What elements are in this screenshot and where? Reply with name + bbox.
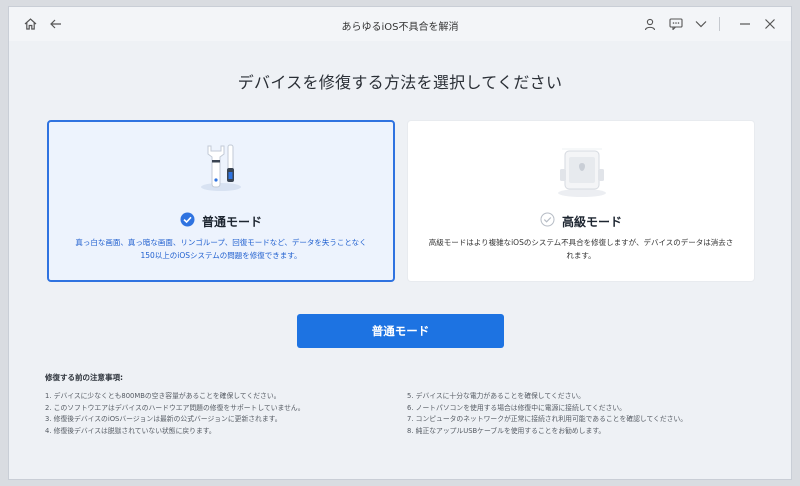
app-window: あらゆるiOS不具合を解消 デバイスを修復する方法を選択してください 普通モード…	[8, 6, 792, 480]
minimize-icon[interactable]	[737, 16, 753, 32]
close-icon[interactable]	[762, 16, 778, 32]
phone-icon	[554, 141, 610, 199]
message-icon[interactable]	[668, 16, 684, 32]
notes-list-right: 5. デバイスに十分な電力があることを確保してください。 6. ノートパソコンを…	[407, 391, 687, 437]
standard-mode-card[interactable]: 普通モード 真っ白な画面、真っ暗な画面、リンゴループ、回復モードなど、データを失…	[47, 120, 395, 282]
standard-mode-button[interactable]: 普通モード	[297, 314, 504, 348]
note-item: 7. コンピュータのネットワークが正常に接続され利用可能であることを確認してくだ…	[407, 415, 688, 423]
title-bar: あらゆるiOS不具合を解消	[9, 7, 791, 41]
note-item: 3. 修復後デバイスのiOSバージョンは最新の公式バージョンに更新されます。	[45, 415, 282, 423]
note-item: 4. 修復後デバイスは脱獄されていない状態に戻ります。	[45, 426, 216, 435]
note-item: 6. ノートパソコンを使用する場合は修復中に電源に接続してください。	[407, 403, 626, 412]
notes-list-left: 1. デバイスに少なくとも800MBの空き容量があることを確保してください。 2…	[45, 391, 305, 437]
check-circle-icon	[180, 212, 195, 231]
titlebar-divider	[719, 17, 720, 31]
note-item: 8. 純正なアップルUSBケーブルを使用することをお勧めします。	[407, 426, 606, 435]
advanced-mode-card[interactable]: 高級モード 高級モードはより複雑なiOSのシステム不具合を修復しますが、デバイス…	[407, 120, 755, 282]
user-icon[interactable]	[642, 16, 658, 32]
standard-mode-label: 普通モード	[201, 215, 262, 229]
advanced-mode-label: 高級モード	[561, 215, 622, 229]
advanced-mode-description: 高級モードはより複雑なiOSのシステム不具合を修復しますが、デバイスのデータは消…	[428, 238, 734, 260]
page-heading: デバイスを修復する方法を選択してください	[237, 73, 563, 92]
check-outline-icon	[540, 212, 555, 231]
notes-title: 修復する前の注意事項:	[45, 373, 123, 382]
repair-tools-icon	[198, 140, 244, 192]
note-item: 2. このソフトウエアはデバイスのハードウエア問題の修復をサポートしていません。	[45, 403, 305, 412]
chevron-down-icon[interactable]	[693, 16, 709, 32]
advanced-mode-title-row: 高級モード	[408, 212, 754, 231]
note-item: 1. デバイスに少なくとも800MBの空き容量があることを確保してください。	[45, 392, 281, 400]
standard-mode-title-row: 普通モード	[49, 212, 393, 231]
standard-mode-description: 真っ白な画面、真っ暗な画面、リンゴループ、回復モードなど、データを失うことなく1…	[75, 238, 367, 260]
note-item: 5. デバイスに十分な電力があることを確保してください。	[407, 392, 585, 400]
